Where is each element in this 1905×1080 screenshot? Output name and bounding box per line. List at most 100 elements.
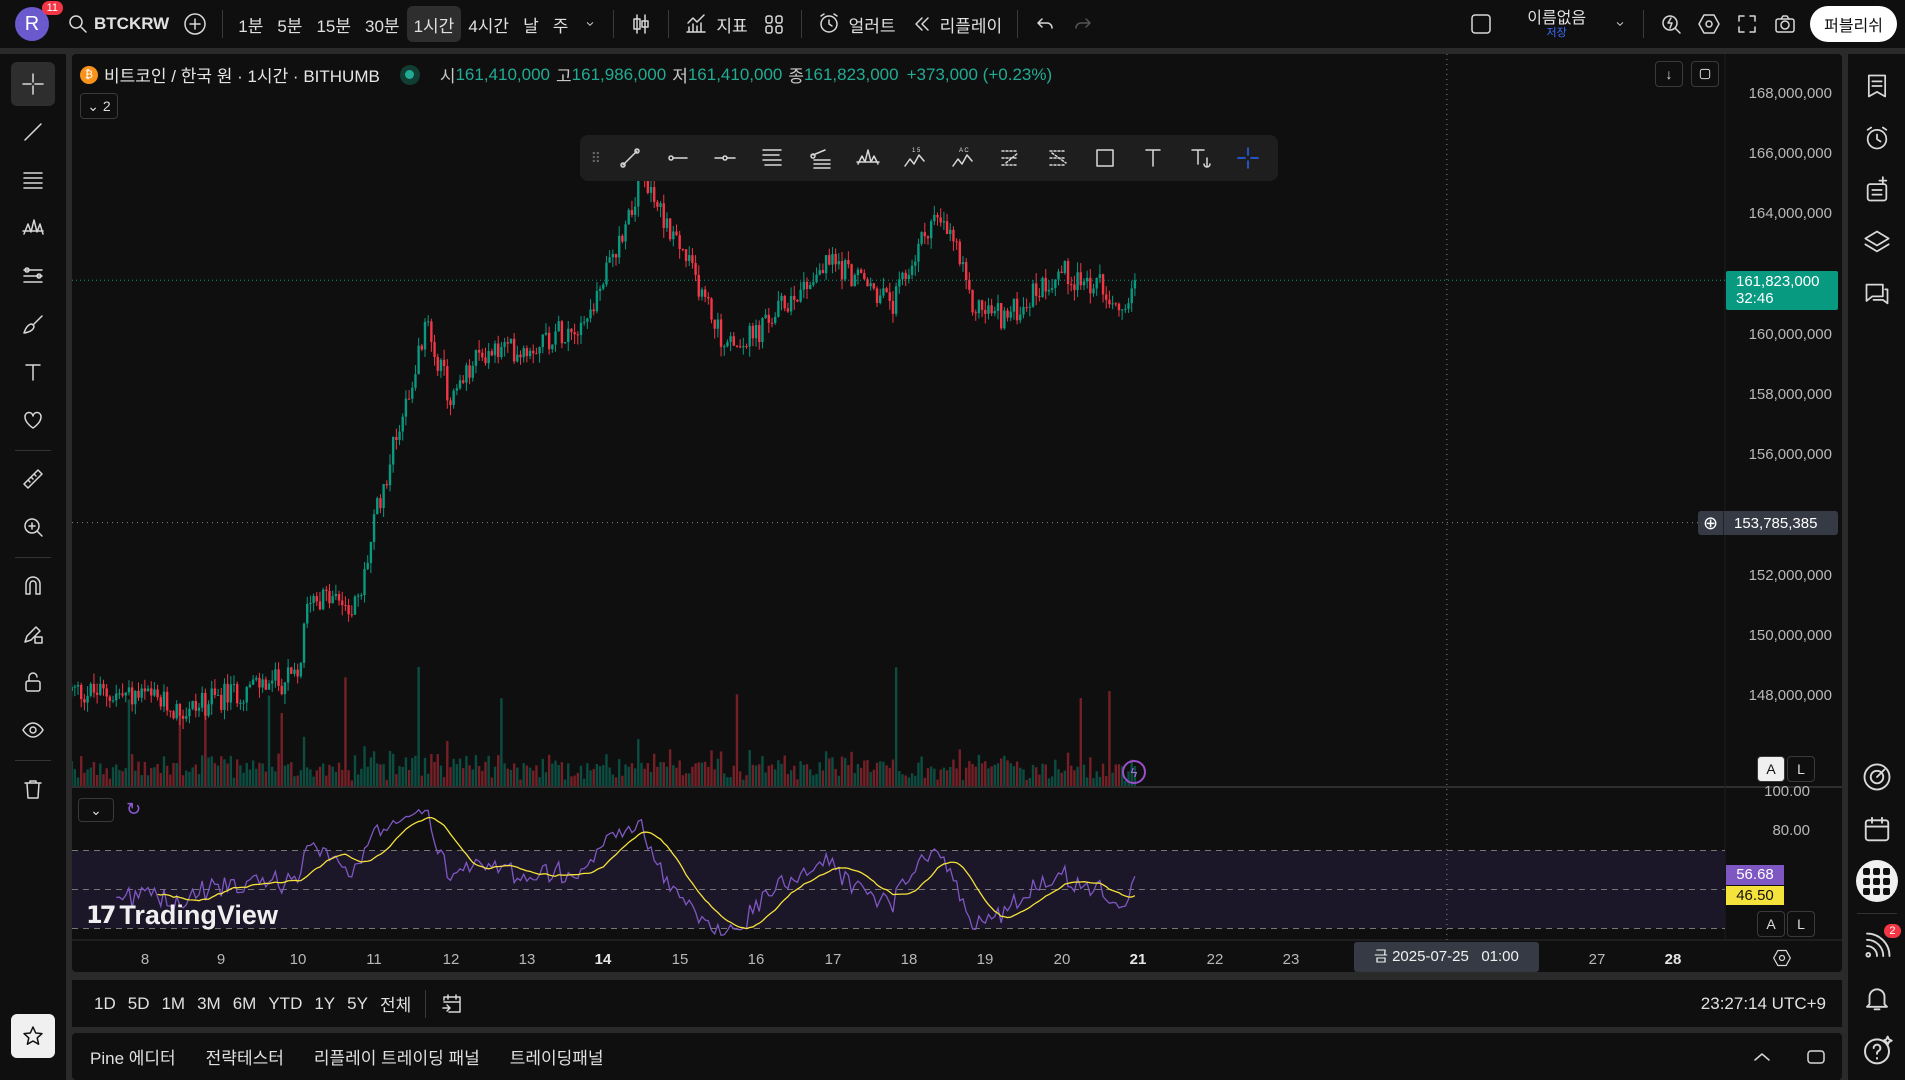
symbol-title[interactable]: 비트코인 / 한국 원 · 1시간 · BITHUMB	[104, 62, 380, 87]
help-button[interactable]	[1855, 1028, 1899, 1072]
text-tool[interactable]	[11, 350, 55, 394]
layout-name-button[interactable]: 이름없음 저장	[1520, 3, 1593, 45]
interval-15m[interactable]: 15분	[309, 6, 358, 42]
lock-drawings-tool[interactable]	[11, 660, 55, 704]
log-scale-button[interactable]: L	[1787, 756, 1815, 782]
go-to-date-button[interactable]	[434, 986, 470, 1022]
object-tree-button[interactable]	[1855, 220, 1899, 264]
add-alert-plus-icon[interactable]: ⊕	[1698, 511, 1724, 535]
range-1y[interactable]: 1Y	[308, 986, 341, 1022]
legend-collapse-button[interactable]: ⌄ 2	[80, 93, 118, 119]
hide-drawings-tool[interactable]	[11, 708, 55, 752]
favorites-tool[interactable]	[11, 398, 55, 442]
scroll-to-latest-button[interactable]: ↓	[1655, 61, 1683, 87]
trendline-favorite[interactable]	[608, 138, 652, 178]
range-6m[interactable]: 6M	[227, 986, 263, 1022]
chat-button[interactable]	[1855, 272, 1899, 316]
rectangle-favorite[interactable]	[1084, 138, 1128, 178]
settings-button[interactable]	[1690, 6, 1728, 42]
interval-dropdown[interactable]	[575, 6, 605, 42]
clock-timezone[interactable]: 23:27:14 UTC+9	[1701, 994, 1826, 1014]
remove-drawings-tool[interactable]	[11, 767, 55, 811]
crosshair-tool[interactable]	[11, 62, 55, 106]
range-1d[interactable]: 1D	[88, 986, 122, 1022]
trendline-tool[interactable]	[11, 110, 55, 154]
interval-day[interactable]: 날	[516, 6, 546, 42]
gann-favorite[interactable]	[988, 138, 1032, 178]
interval-week[interactable]: 주	[546, 6, 576, 42]
expand-panel-button[interactable]	[1750, 1039, 1774, 1075]
watchlist-star-button[interactable]	[11, 1014, 55, 1058]
zoom-tool[interactable]	[11, 505, 55, 549]
pitchfork-favorite[interactable]	[1036, 138, 1080, 178]
tab-strategy-tester[interactable]: 전략테스터	[206, 1039, 284, 1075]
measure-tool[interactable]	[11, 457, 55, 501]
fib-tool[interactable]	[11, 158, 55, 202]
ray-favorite[interactable]	[655, 138, 699, 178]
data-window-button[interactable]	[1855, 168, 1899, 212]
interval-30m[interactable]: 30분	[358, 6, 407, 42]
parallel-channel-favorite[interactable]	[751, 138, 795, 178]
pattern-tool[interactable]	[11, 206, 55, 250]
range-3m[interactable]: 3M	[191, 986, 227, 1022]
maximize-pane-button[interactable]	[1691, 61, 1719, 87]
fullscreen-button[interactable]	[1728, 6, 1766, 42]
rsi-refresh-icon[interactable]: ↻	[126, 799, 141, 820]
redo-button[interactable]	[1064, 6, 1102, 42]
auto-scale-button[interactable]: A	[1757, 756, 1785, 782]
calendar-button[interactable]	[1855, 807, 1899, 851]
horizontal-line-favorite[interactable]	[703, 138, 747, 178]
time-axis-settings-button[interactable]	[1772, 948, 1792, 973]
range-ytd[interactable]: YTD	[262, 986, 308, 1022]
range-5d[interactable]: 5D	[122, 986, 156, 1022]
head-shoulders-favorite[interactable]	[846, 138, 890, 178]
symbol-search-button[interactable]: BTCKRW	[59, 6, 176, 42]
rsi-log-scale-button[interactable]: L	[1787, 911, 1815, 937]
fib-retracement-favorite[interactable]	[798, 138, 842, 178]
layouts-button[interactable]	[755, 6, 793, 42]
user-avatar[interactable]: R 11	[15, 1, 63, 41]
news-feed-button[interactable]: 2	[1855, 924, 1901, 968]
stay-drawing-tool[interactable]	[11, 612, 55, 656]
drag-handle[interactable]: ⠿	[588, 138, 604, 178]
multi-chart-button[interactable]	[1462, 6, 1500, 42]
lightning-marker-icon[interactable]: ϟ	[1122, 760, 1146, 784]
quick-search-button[interactable]	[1652, 6, 1690, 42]
layout-menu-button[interactable]	[1605, 6, 1635, 42]
interval-1m[interactable]: 1분	[231, 6, 270, 42]
elliott-impulse-favorite[interactable]: 1 5	[893, 138, 937, 178]
anchored-text-favorite[interactable]	[1179, 138, 1223, 178]
interval-1h[interactable]: 1시간	[406, 6, 462, 42]
compare-symbol-button[interactable]	[176, 6, 214, 42]
brush-tool[interactable]	[11, 302, 55, 346]
interval-5m[interactable]: 5분	[270, 6, 309, 42]
range-all[interactable]: 전체	[374, 986, 417, 1022]
watchlist-button[interactable]	[1855, 64, 1899, 108]
tab-replay-trading[interactable]: 리플레이 트레이딩 패널	[314, 1039, 480, 1075]
snapshot-button[interactable]	[1766, 6, 1804, 42]
undo-button[interactable]	[1026, 6, 1064, 42]
range-1m[interactable]: 1M	[155, 986, 191, 1022]
alert-button[interactable]: 얼러트	[810, 6, 903, 42]
crosshair-favorite[interactable]	[1226, 138, 1270, 178]
chart-type-button[interactable]	[622, 6, 660, 42]
range-5y[interactable]: 5Y	[341, 986, 374, 1022]
tab-pine-editor[interactable]: Pine 에디터	[90, 1039, 176, 1075]
products-button[interactable]	[1855, 859, 1899, 903]
forecast-tool[interactable]	[11, 254, 55, 298]
replay-button[interactable]: 리플레이	[903, 6, 1010, 42]
magnet-tool[interactable]	[11, 564, 55, 608]
rsi-auto-scale-button[interactable]: A	[1757, 911, 1785, 937]
maximize-panel-button[interactable]	[1804, 1039, 1828, 1075]
indicators-button[interactable]: 지표	[677, 6, 754, 42]
publish-button[interactable]: 퍼블리쉬	[1810, 6, 1897, 42]
price-chart[interactable]	[72, 54, 1842, 972]
elliott-correction-favorite[interactable]: A C	[941, 138, 985, 178]
alerts-panel-button[interactable]	[1855, 116, 1899, 160]
tab-trading-panel[interactable]: 트레이딩패널	[510, 1039, 604, 1075]
text-favorite[interactable]	[1131, 138, 1175, 178]
interval-4h[interactable]: 4시간	[461, 6, 516, 42]
signals-button[interactable]	[1855, 755, 1899, 799]
rsi-collapse-button[interactable]: ⌄	[78, 798, 114, 822]
notifications-button[interactable]	[1855, 976, 1899, 1020]
